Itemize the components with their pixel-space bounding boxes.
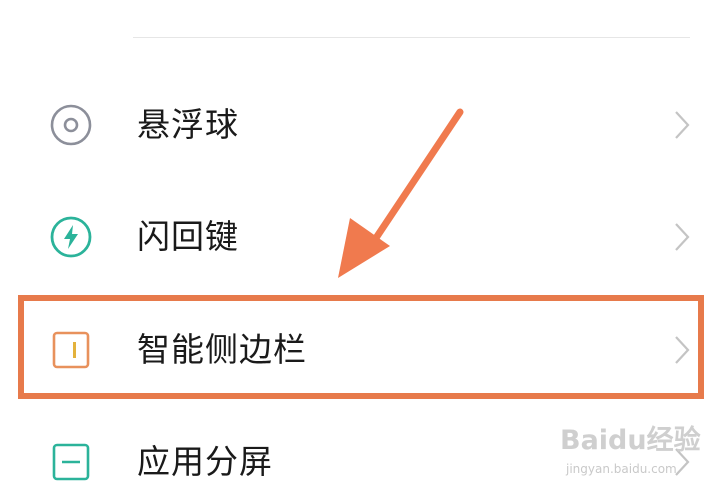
flash-back-key-icon — [50, 216, 92, 258]
baidu-watermark: Baidu经验 jingyan.baidu.com — [560, 412, 728, 493]
split-screen-icon — [52, 443, 90, 481]
annotation-highlight-box — [18, 295, 704, 399]
watermark-brand: Baidu经验 — [560, 425, 701, 456]
annotation-arrow-icon — [338, 108, 464, 278]
settings-item-label: 闪回键 — [137, 217, 239, 256]
settings-item-label: 应用分屏 — [137, 442, 273, 481]
chevron-right-icon — [675, 223, 690, 251]
settings-item-label: 悬浮球 — [137, 105, 239, 144]
watermark-url: jingyan.baidu.com — [566, 462, 677, 476]
top-divider — [133, 37, 690, 38]
floating-ball-icon — [50, 104, 92, 146]
chevron-right-icon — [675, 111, 690, 139]
